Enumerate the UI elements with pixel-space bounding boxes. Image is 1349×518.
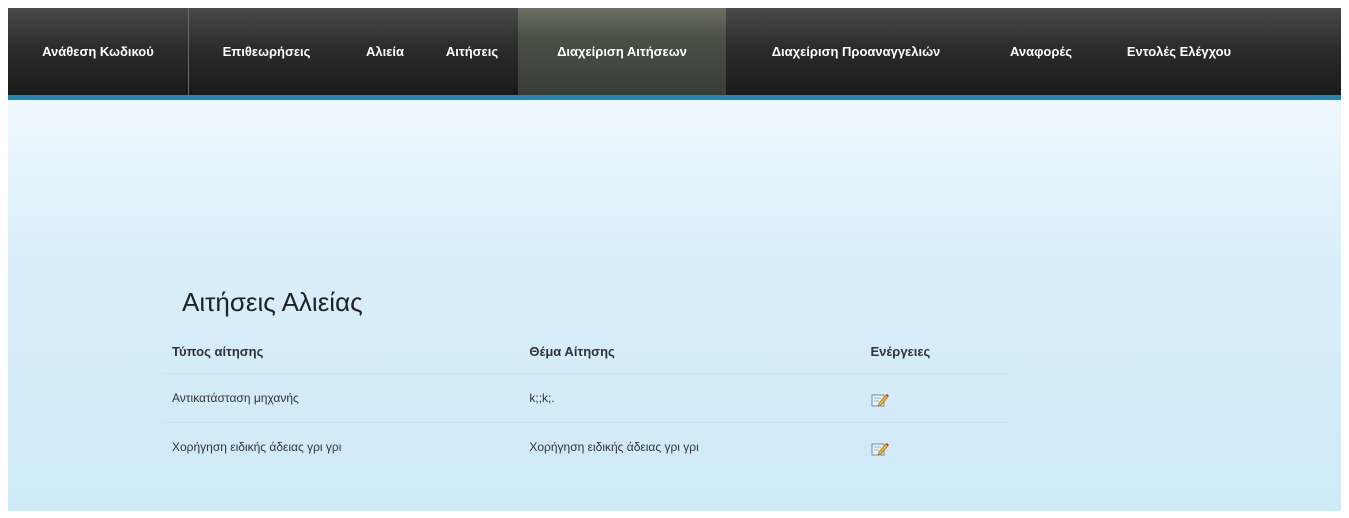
main-content: Αιτήσεις Αλιείας Τύπος αίτησης Θέμα Αίτη… [162,283,1022,471]
nav-item-request-management[interactable]: Διαχείριση Αιτήσεων [518,8,726,95]
edit-icon[interactable] [871,392,889,408]
nav-item-inspection-orders[interactable]: Εντολές Ελέγχου [1096,8,1262,95]
nav-item-preannouncement-management[interactable]: Διαχείριση Προαναγγελιών [726,8,986,95]
page-title: Αιτήσεις Αλιείας [182,287,363,317]
cell-request-type: Αντικατάσταση μηχανής [162,373,520,423]
top-navigation: Ανάθεση Κωδικού Επιθεωρήσεις Αλιεία Αιτή… [8,8,1341,95]
column-header-subject: Θέμα Αίτησης [529,343,615,359]
cell-request-subject: Χορήγηση ειδικής άδειας γρι γρι [519,422,861,471]
table-row: Αντικατάσταση μηχανής k;;k;. [162,373,1009,423]
cell-request-subject: k;;k;. [519,373,861,423]
cell-actions [860,373,1009,423]
nav-item-fishing[interactable]: Αλιεία [344,8,426,95]
column-header-type: Τύπος αίτησης [172,343,264,359]
nav-item-code-assignment[interactable]: Ανάθεση Κωδικού [8,8,189,95]
table-row: Χορήγηση ειδικής άδειας γρι γρι Χορήγηση… [162,422,1009,471]
nav-item-inspections[interactable]: Επιθεωρήσεις [189,8,344,95]
edit-icon[interactable] [871,441,889,457]
column-header-actions: Ενέργειες [870,343,931,359]
page: Ανάθεση Κωδικού Επιθεωρήσεις Αλιεία Αιτή… [8,8,1341,511]
requests-table: Τύπος αίτησης Θέμα Αίτησης Ενέργειες Αντ… [162,329,1009,471]
cell-actions [860,422,1009,471]
nav-item-requests[interactable]: Αιτήσεις [426,8,518,95]
nav-accent-bar [8,95,1341,100]
nav-item-reports[interactable]: Αναφορές [986,8,1096,95]
table-header-row: Τύπος αίτησης Θέμα Αίτησης Ενέργειες [162,329,1009,374]
cell-request-type: Χορήγηση ειδικής άδειας γρι γρι [162,422,520,471]
